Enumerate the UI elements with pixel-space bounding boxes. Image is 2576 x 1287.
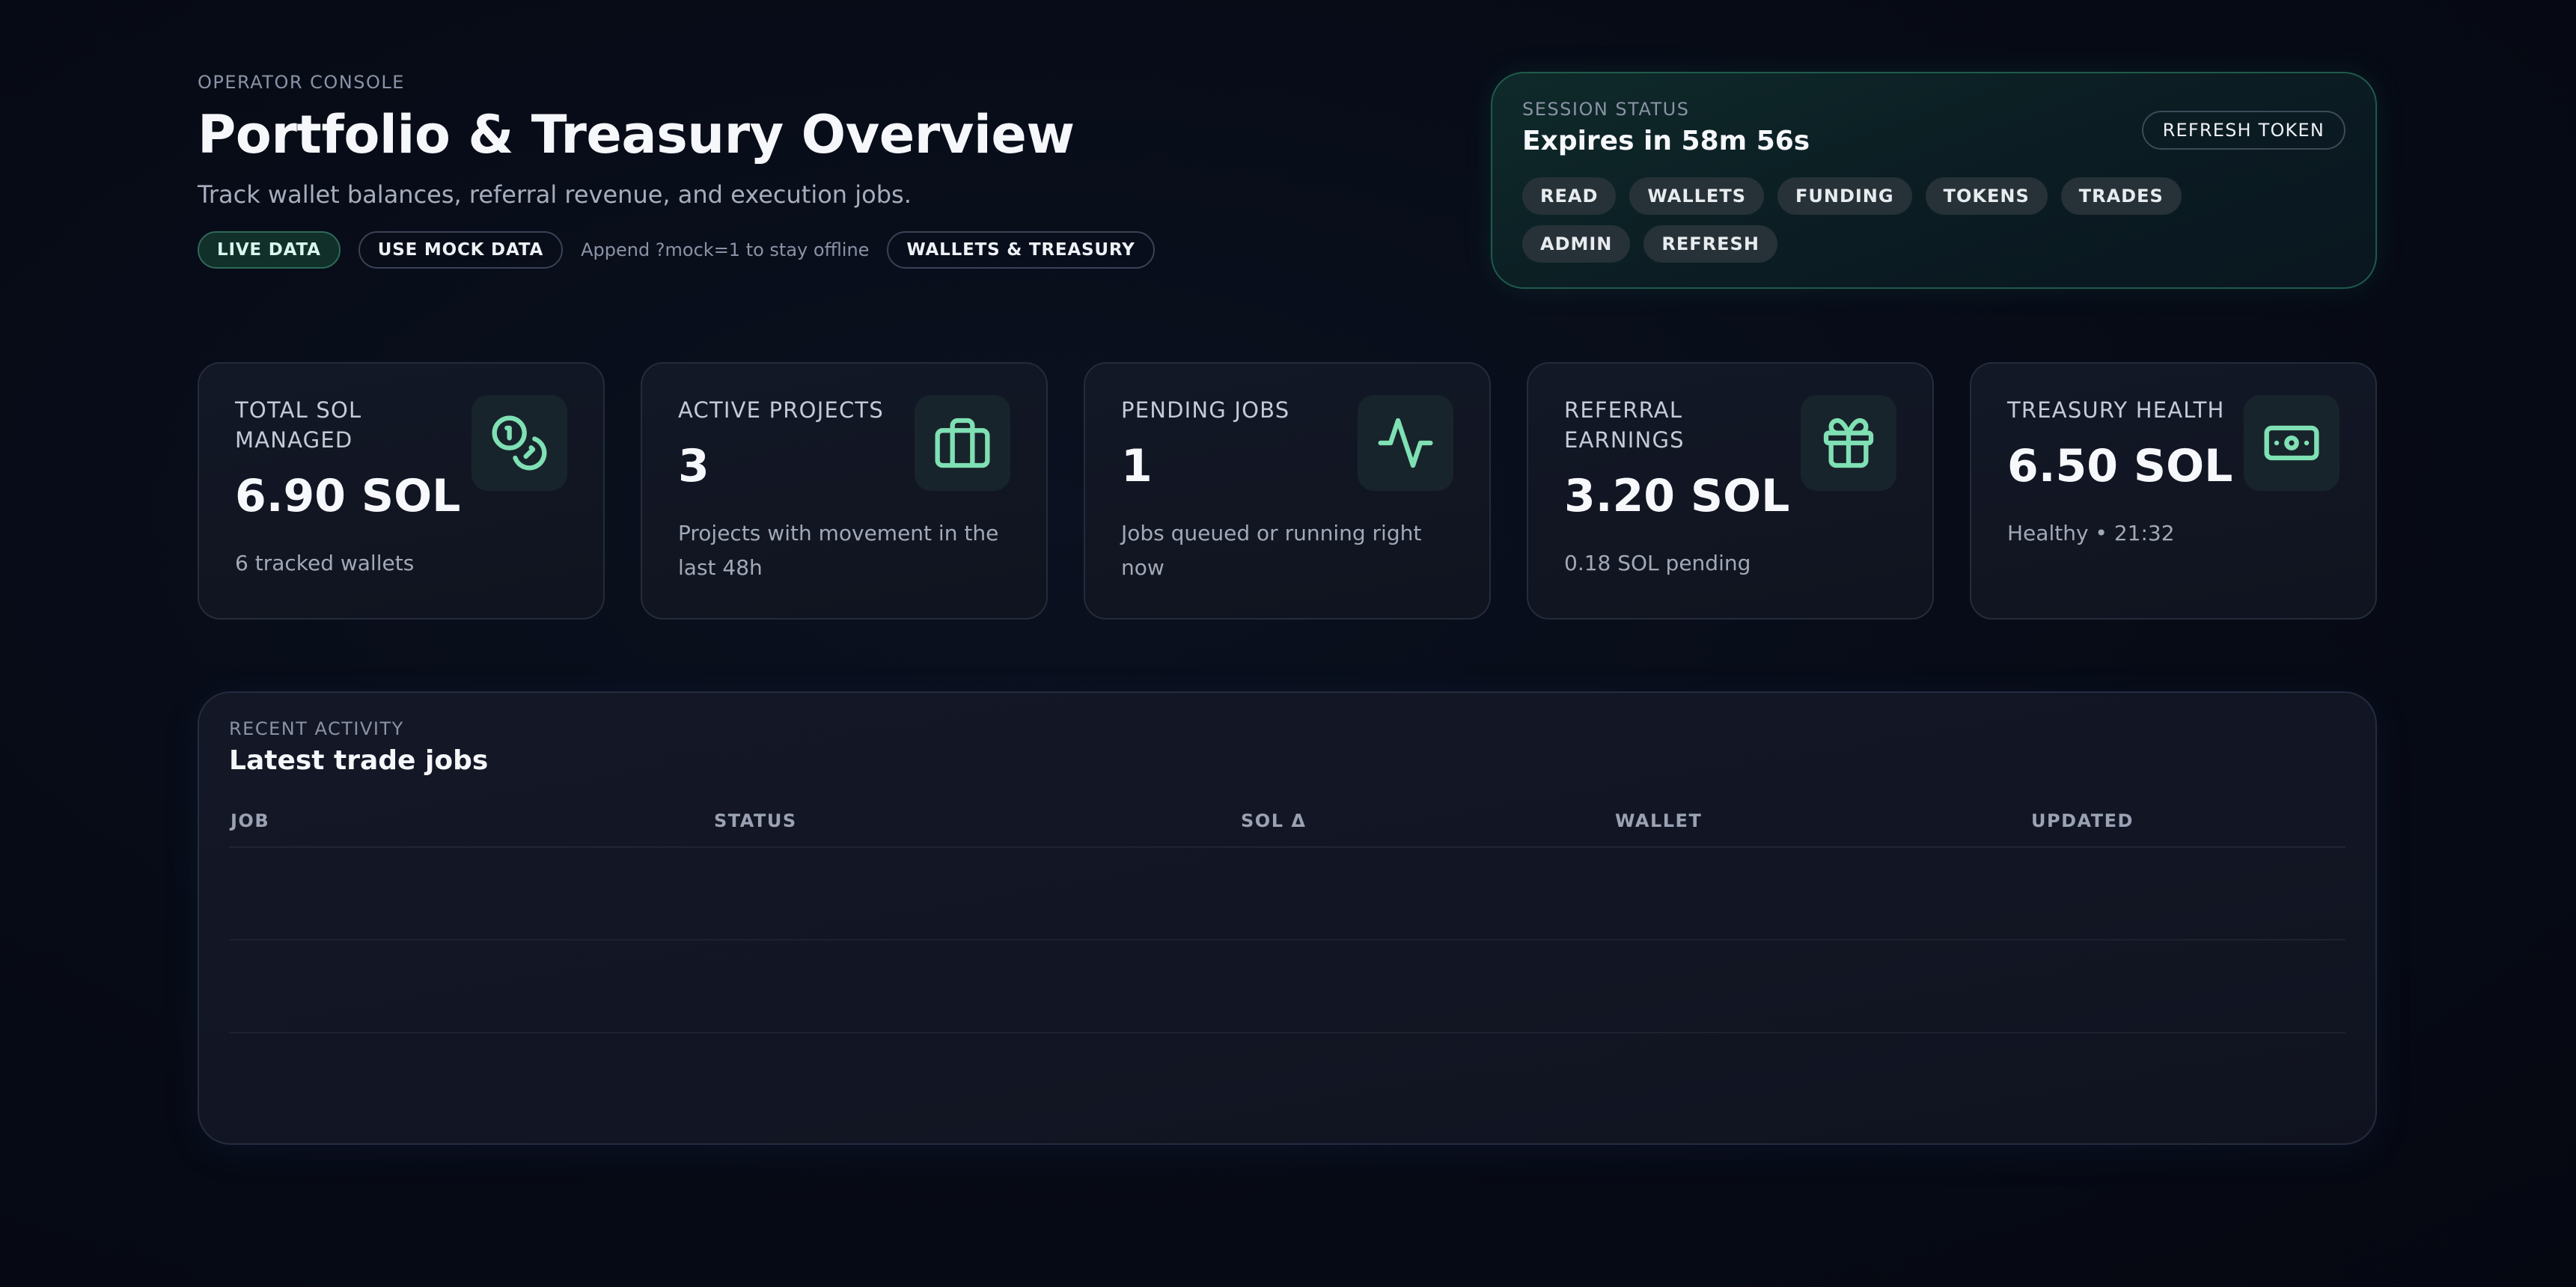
column-header-job[interactable]: JOB xyxy=(231,810,269,831)
table-header: JOB STATUS SOL Δ WALLET UPDATED xyxy=(229,794,2345,848)
scope-badge: TOKENS xyxy=(1925,177,2048,215)
session-status-card: SESSION STATUS Expires in 58m 56s REFRES… xyxy=(1491,72,2377,289)
column-header-wallet[interactable]: WALLET xyxy=(1615,810,1702,831)
trade-jobs-table: JOB STATUS SOL Δ WALLET UPDATED xyxy=(229,794,2345,1125)
table-row xyxy=(229,1033,2345,1125)
banknote-icon xyxy=(2244,395,2340,491)
stats-row: TOTAL SOL MANAGED 6.90 SOL 6 tracked wal… xyxy=(198,362,2377,620)
stat-note: Jobs queued or running right now xyxy=(1121,521,1422,580)
wallets-treasury-button[interactable]: WALLETS & TREASURY xyxy=(887,231,1155,269)
table-row xyxy=(229,848,2345,941)
scope-badge: REFRESH xyxy=(1643,225,1777,263)
live-data-button[interactable]: LIVE DATA xyxy=(198,231,341,269)
stat-label: ACTIVE PROJECTS xyxy=(678,397,884,423)
column-header-sol-delta[interactable]: SOL Δ xyxy=(1241,810,1306,831)
stat-note: 0.18 SOL pending xyxy=(1564,551,1751,575)
scope-list: READ WALLETS FUNDING TOKENS TRADES ADMIN… xyxy=(1522,177,2301,263)
stat-card-pending-jobs: PENDING JOBS 1 Jobs queued or running ri… xyxy=(1084,362,1491,620)
stat-note: Projects with movement in the last 48h xyxy=(678,521,999,580)
console-eyebrow: OPERATOR CONSOLE xyxy=(198,72,405,93)
scope-badge: FUNDING xyxy=(1777,177,1912,215)
data-source-controls: LIVE DATA USE MOCK DATA Append ?mock=1 t… xyxy=(198,231,1260,269)
recent-activity-panel: RECENT ACTIVITY Latest trade jobs JOB ST… xyxy=(198,691,2377,1145)
refresh-token-button[interactable]: REFRESH TOKEN xyxy=(2141,111,2345,150)
stat-card-total-sol: TOTAL SOL MANAGED 6.90 SOL 6 tracked wal… xyxy=(198,362,605,620)
scope-badge: TRADES xyxy=(2060,177,2182,215)
scope-badge: READ xyxy=(1522,177,1617,215)
stat-label: REFERRAL EARNINGS xyxy=(1564,397,1685,453)
activity-title: Latest trade jobs xyxy=(229,745,489,776)
activity-icon xyxy=(1358,395,1453,491)
stat-card-treasury-health: TREASURY HEALTH 6.50 SOL Healthy • 21:32 xyxy=(1970,362,2377,620)
stat-card-active-projects: ACTIVE PROJECTS 3 Projects with movement… xyxy=(641,362,1048,620)
page-header: OPERATOR CONSOLE Portfolio & Treasury Ov… xyxy=(198,72,1260,269)
scope-badge: WALLETS xyxy=(1629,177,1764,215)
stat-note: 6 tracked wallets xyxy=(235,551,415,575)
stat-label: TREASURY HEALTH xyxy=(2007,397,2225,423)
activity-eyebrow: RECENT ACTIVITY xyxy=(229,718,404,739)
briefcase-icon xyxy=(915,395,1010,491)
stat-note: Healthy • 21:32 xyxy=(2007,521,2175,545)
use-mock-data-button[interactable]: USE MOCK DATA xyxy=(358,231,564,269)
coins-icon xyxy=(471,395,567,491)
table-row xyxy=(229,941,2345,1033)
mock-hint: Append ?mock=1 to stay offline xyxy=(581,239,870,260)
page-title: Portfolio & Treasury Overview xyxy=(198,104,1075,165)
stat-card-referral-earnings: REFERRAL EARNINGS 3.20 SOL 0.18 SOL pend… xyxy=(1527,362,1934,620)
page-subtitle: Track wallet balances, referral revenue,… xyxy=(198,180,912,209)
scope-badge: ADMIN xyxy=(1522,225,1631,263)
column-header-updated[interactable]: UPDATED xyxy=(2031,810,2134,831)
column-header-status[interactable]: STATUS xyxy=(714,810,797,831)
stat-label: TOTAL SOL MANAGED xyxy=(235,397,362,453)
stat-label: PENDING JOBS xyxy=(1121,397,1290,423)
gift-icon xyxy=(1801,395,1896,491)
